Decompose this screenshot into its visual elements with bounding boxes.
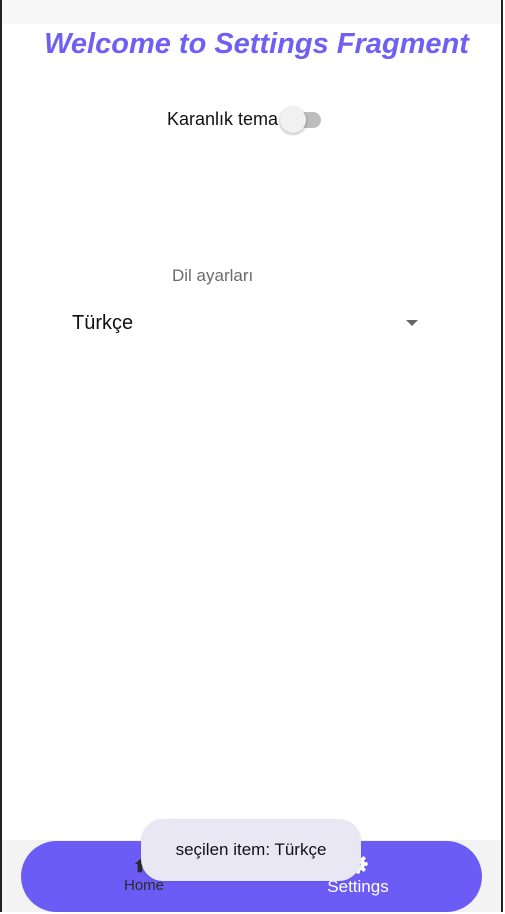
device-frame: [0, 0, 503, 912]
dark-theme-row: Karanlık tema: [167, 106, 322, 133]
toast-message: seçilen item: Türkçe: [141, 819, 361, 881]
switch-thumb: [280, 107, 307, 133]
dropdown-arrow-icon: [406, 320, 418, 326]
dark-theme-switch[interactable]: [280, 106, 322, 133]
language-settings-label: Dil ayarları: [172, 266, 254, 285]
dark-theme-label: Karanlık tema: [167, 108, 279, 129]
page-title: Welcome to Settings Fragment: [44, 28, 469, 60]
language-spinner[interactable]: Türkçe: [72, 302, 428, 342]
language-spinner-value: Türkçe: [72, 312, 134, 334]
status-bar: [2, 0, 501, 24]
